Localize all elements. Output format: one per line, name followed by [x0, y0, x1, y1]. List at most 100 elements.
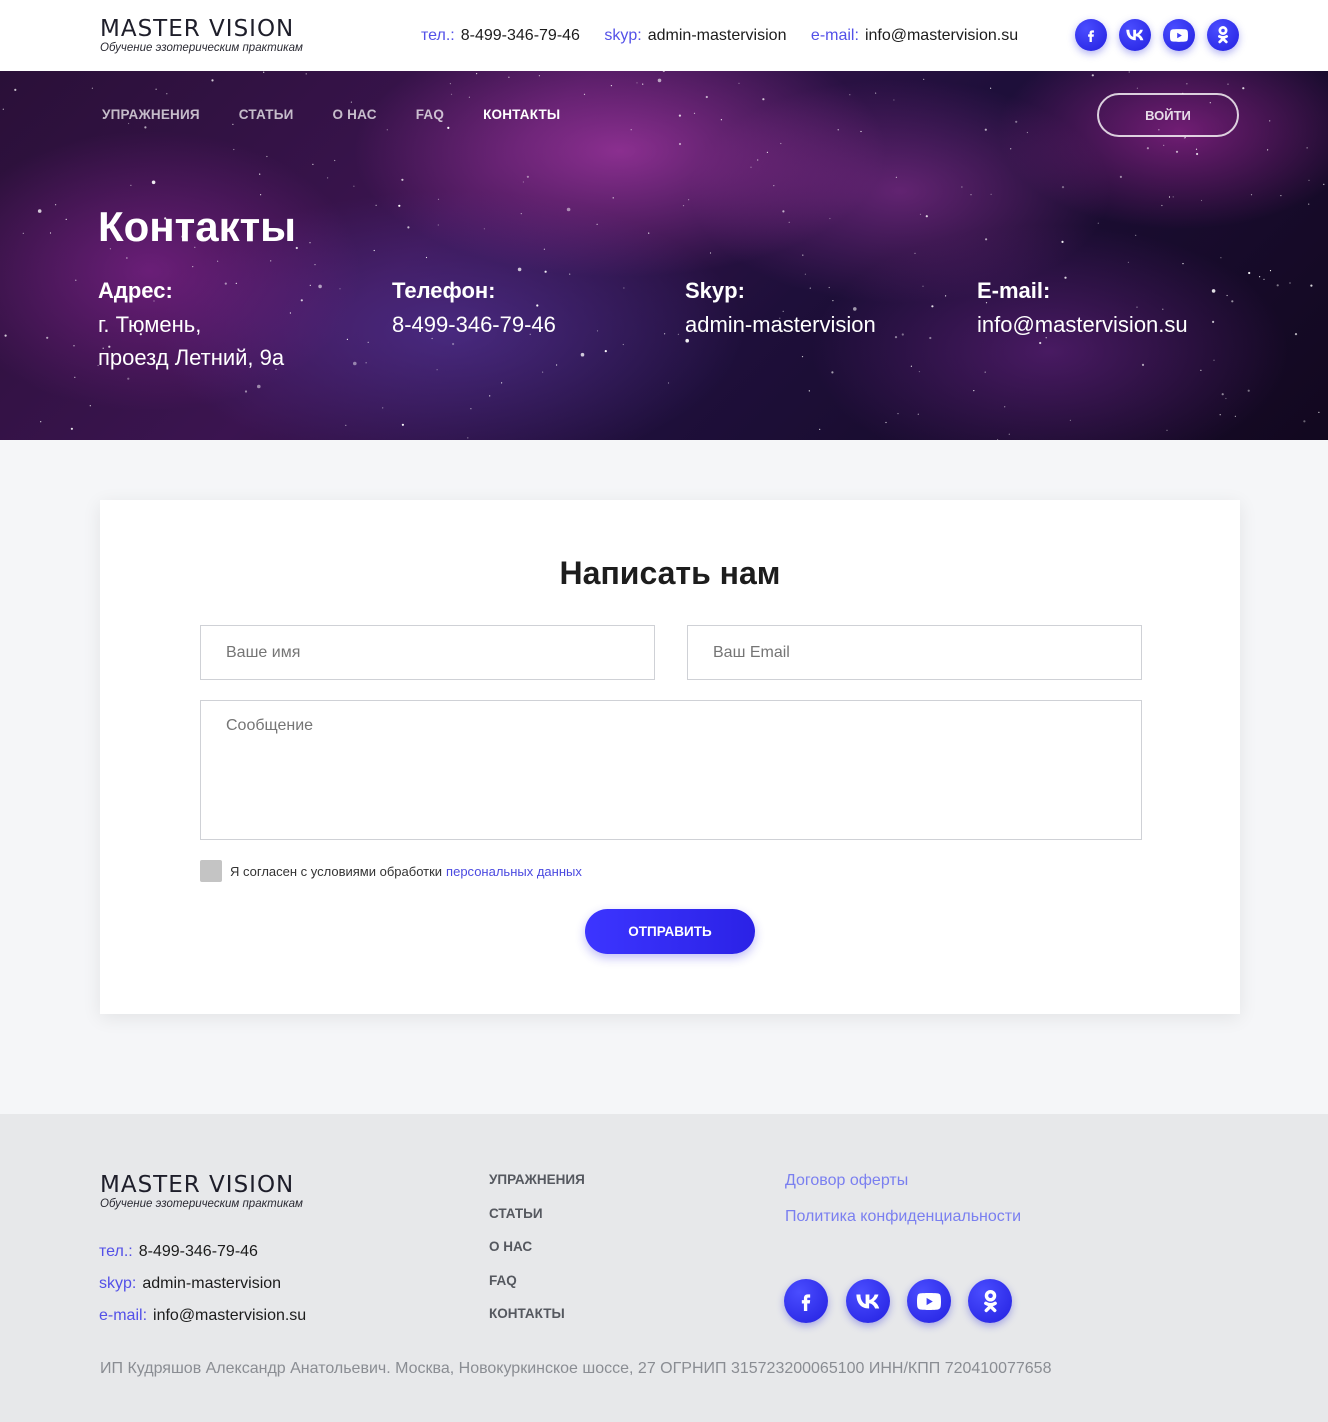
star: [270, 260, 272, 262]
youtube-icon[interactable]: [907, 1279, 951, 1323]
nav-item-articles[interactable]: СТАТЬИ: [239, 107, 294, 122]
vk-icon[interactable]: [846, 1279, 890, 1323]
star: [1213, 359, 1215, 361]
star: [931, 305, 934, 308]
star: [678, 142, 682, 146]
star: [720, 119, 723, 121]
email-input[interactable]: [687, 625, 1142, 680]
star: [762, 98, 765, 101]
footer-email-label: e-mail:: [99, 1307, 148, 1324]
star: [1141, 363, 1145, 366]
star: [425, 256, 428, 259]
form-title: Написать нам: [559, 555, 781, 591]
hero-phone-value[interactable]: 8-499-346-79-46: [392, 308, 556, 341]
offer-agreement-link[interactable]: Договор оферты: [785, 1172, 1021, 1208]
logo-tagline: Обучение эзотерическим практикам: [100, 42, 303, 54]
facebook-icon[interactable]: [784, 1279, 828, 1323]
star: [630, 129, 632, 131]
star: [437, 224, 439, 226]
star: [65, 218, 67, 220]
star: [709, 252, 712, 254]
nav-item-exercises[interactable]: УПРАЖНЕНИЯ: [102, 107, 200, 122]
star: [314, 264, 316, 266]
consent-checkbox[interactable]: [200, 860, 222, 882]
star: [49, 232, 52, 234]
footer-nav-exercises[interactable]: УПРАЖНЕНИЯ: [489, 1172, 585, 1206]
star: [309, 284, 311, 286]
star: [346, 338, 348, 340]
footer-skype-label: skyp:: [99, 1275, 137, 1292]
hero-email: E-mail: info@mastervision.su: [977, 278, 1188, 341]
star: [334, 159, 336, 162]
header-socials: [1075, 19, 1239, 51]
star: [144, 126, 147, 129]
star: [1127, 261, 1129, 263]
hero-skype-value[interactable]: admin-mastervision: [685, 308, 876, 341]
consent-row: Я согласен с условиями обработки персона…: [200, 860, 582, 882]
star: [522, 181, 525, 183]
footer-phone[interactable]: тел.: 8-499-346-79-46: [99, 1241, 306, 1273]
star: [40, 421, 42, 423]
nav-item-about[interactable]: О НАС: [333, 107, 377, 122]
footer-skype[interactable]: skyp: admin-mastervision: [99, 1273, 306, 1305]
star: [263, 71, 265, 73]
star: [917, 413, 919, 415]
name-input[interactable]: [200, 625, 655, 680]
nav-item-faq[interactable]: FAQ: [416, 107, 444, 122]
youtube-icon[interactable]: [1163, 19, 1195, 51]
star: [648, 232, 650, 234]
star: [1231, 300, 1234, 303]
star: [664, 333, 666, 335]
star: [1263, 278, 1265, 280]
star: [829, 217, 831, 220]
star: [407, 226, 410, 229]
star: [401, 178, 404, 181]
footer-nav-about[interactable]: О НАС: [489, 1239, 585, 1273]
star: [1269, 120, 1271, 122]
star: [1219, 414, 1221, 416]
personal-data-link[interactable]: персональных данных: [446, 864, 582, 879]
star: [367, 341, 369, 343]
header-skype[interactable]: skyp: admin-mastervision: [604, 27, 786, 45]
message-textarea[interactable]: [200, 700, 1142, 840]
star: [386, 129, 388, 131]
nav-item-contacts[interactable]: КОНТАКТЫ: [483, 107, 560, 122]
submit-button[interactable]: ОТПРАВИТЬ: [585, 909, 755, 954]
star: [37, 209, 42, 213]
star: [1008, 433, 1010, 435]
star: [468, 96, 470, 98]
login-button[interactable]: ВОЙТИ: [1097, 93, 1239, 137]
footer-logo-wordmark: MASTER VISION: [100, 1172, 295, 1198]
address-line2: проезд Летний, 9а: [98, 345, 285, 370]
header-email[interactable]: e-mail: info@mastervision.su: [811, 27, 1018, 45]
header-phone[interactable]: тел.: 8-499-346-79-46: [421, 27, 580, 45]
contact-form-card: Написать нам Я согласен с условиями обра…: [100, 500, 1240, 1014]
privacy-policy-link[interactable]: Политика конфиденциальности: [785, 1208, 1021, 1244]
star: [1195, 148, 1198, 150]
facebook-icon[interactable]: [1075, 19, 1107, 51]
hero-email-value[interactable]: info@mastervision.su: [977, 308, 1188, 341]
star: [244, 390, 248, 393]
footer-nav-contacts[interactable]: КОНТАКТЫ: [489, 1306, 585, 1340]
footer-logo[interactable]: MASTER VISION Обучение эзотерическим пра…: [100, 1173, 324, 1213]
logo[interactable]: MASTER VISION Обучение эзотерическим пра…: [100, 17, 324, 57]
star: [914, 252, 916, 254]
star: [501, 382, 503, 384]
vk-icon[interactable]: [1119, 19, 1151, 51]
footer-nav-faq[interactable]: FAQ: [489, 1273, 585, 1307]
star: [259, 173, 261, 175]
hero-banner: УПРАЖНЕНИЯ СТАТЬИ О НАС FAQ КОНТАКТЫ ВОЙ…: [0, 71, 1328, 440]
hero-skype-label: Skyp:: [685, 278, 745, 303]
star: [1221, 393, 1224, 396]
star: [1135, 234, 1137, 236]
star: [449, 83, 451, 85]
odnoklassniki-icon[interactable]: [1207, 19, 1239, 51]
odnoklassniki-icon[interactable]: [968, 1279, 1012, 1323]
footer-email[interactable]: e-mail: info@mastervision.su: [99, 1305, 306, 1337]
hero-skype: Skyp: admin-mastervision: [685, 278, 876, 341]
star: [596, 330, 599, 332]
footer-nav-articles[interactable]: СТАТЬИ: [489, 1206, 585, 1240]
main-nav: УПРАЖНЕНИЯ СТАТЬИ О НАС FAQ КОНТАКТЫ: [102, 107, 599, 122]
star: [520, 213, 522, 215]
star: [623, 287, 625, 289]
